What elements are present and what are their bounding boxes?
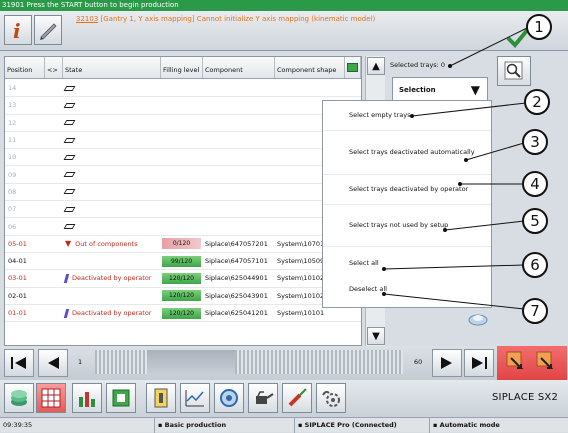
footer-connection: ▪ SIPLACE Pro (Connected) — [295, 417, 430, 433]
next-page-button[interactable] — [432, 349, 462, 377]
server-icon: ▪ — [298, 420, 305, 429]
auto-mode-icon: ▪ — [433, 420, 440, 429]
callout-7: 7 — [522, 298, 548, 324]
brand-label: SIPLACE SX2 — [492, 392, 559, 403]
tool-setup-button[interactable] — [106, 383, 136, 413]
footer-status: 09:39:35 ▪ Basic production ▪ SIPLACE Pr… — [0, 417, 568, 433]
last-page-button[interactable] — [464, 349, 494, 377]
stack-icon — [11, 390, 27, 406]
footer-time: 09:39:35 — [0, 417, 155, 433]
prev-page-button[interactable] — [38, 349, 68, 377]
camera-icon — [220, 389, 238, 407]
hand-gear-icon — [322, 390, 340, 407]
tool-settings-button[interactable] — [316, 383, 346, 413]
document-icon — [154, 388, 168, 408]
tool-tools-button[interactable] — [282, 383, 312, 413]
tool-stack-button[interactable] — [4, 383, 34, 413]
first-page-button[interactable] — [4, 349, 34, 377]
setup-icon — [112, 389, 130, 407]
nav-end-label: 60 — [414, 358, 423, 366]
next-icon — [441, 357, 452, 369]
position-ruler[interactable] — [95, 350, 403, 374]
tool-camera-button[interactable] — [214, 383, 244, 413]
first-icon — [11, 357, 26, 369]
tray-eject-icon — [506, 351, 554, 369]
refresh-icon[interactable] — [467, 312, 489, 330]
prev-icon — [48, 357, 59, 369]
screwdriver-icon — [288, 388, 307, 407]
ruler-visible-range[interactable] — [147, 350, 235, 374]
feeder-action-button[interactable] — [497, 346, 567, 380]
oil-can-icon — [256, 391, 274, 404]
line-chart-icon — [185, 390, 204, 407]
callout-5: 5 — [522, 208, 548, 234]
tool-diagram-button[interactable] — [180, 383, 210, 413]
tool-statistics-button[interactable] — [72, 383, 102, 413]
nav-start-label: 1 — [78, 358, 83, 366]
tool-trays-button[interactable] — [36, 383, 66, 413]
footer-mode: ▪ Basic production — [155, 417, 295, 433]
footer-mode-label: Basic production — [164, 420, 227, 429]
footer-conn-label: SIPLACE Pro (Connected) — [304, 420, 397, 429]
tool-document-button[interactable] — [146, 383, 176, 413]
callout-2: 2 — [524, 89, 550, 115]
bar-chart-icon — [79, 392, 95, 407]
callout-4: 4 — [522, 171, 548, 197]
production-icon: ▪ — [158, 420, 165, 429]
footer-auto-label: Automatic mode — [439, 420, 500, 429]
footer-auto: ▪ Automatic mode — [430, 418, 568, 433]
tool-oil-button[interactable] — [248, 383, 278, 413]
callout-3: 3 — [522, 129, 548, 155]
callout-6: 6 — [522, 252, 548, 278]
callout-1: 1 — [526, 14, 552, 40]
grid-icon — [41, 388, 61, 408]
last-icon — [472, 357, 487, 369]
